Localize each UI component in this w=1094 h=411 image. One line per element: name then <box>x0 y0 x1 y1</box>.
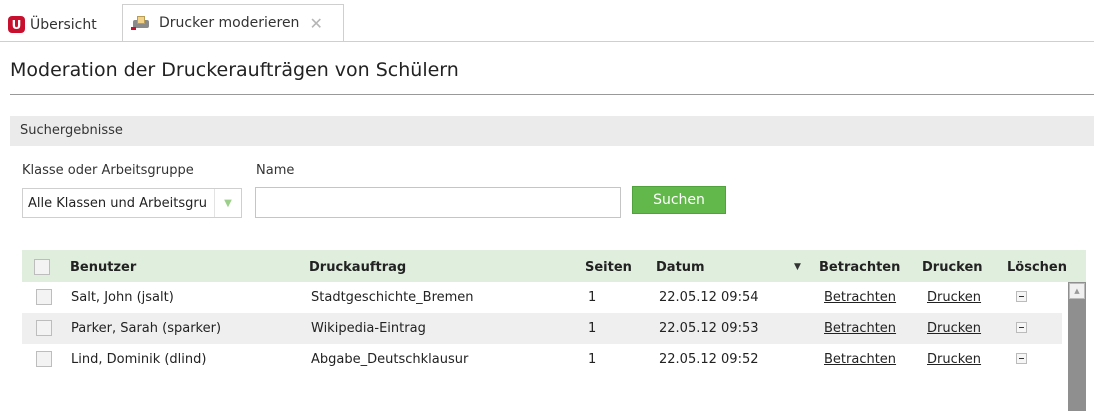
cell-seiten: 1 <box>588 352 597 367</box>
tab-drucker-label: Drucker moderieren <box>159 15 300 31</box>
row-checkbox[interactable] <box>36 289 52 305</box>
vertical-scrollbar[interactable]: ▲ <box>1068 282 1086 411</box>
section-title: Suchergebnisse <box>20 123 123 138</box>
dropdown-arrow-icon[interactable]: ▼ <box>214 189 241 217</box>
cell-druckauftrag: Wikipedia-Eintrag <box>311 321 426 336</box>
delete-icon[interactable] <box>1016 291 1027 302</box>
klasse-select[interactable]: Alle Klassen und Arbeitsgruppen ▼ <box>22 188 242 218</box>
tab-bar: U Übersicht Drucker moderieren ✕ <box>0 0 1094 42</box>
table-row[interactable]: Lind, Dominik (dlind) Abgabe_Deutschklau… <box>22 344 1062 375</box>
table-row[interactable]: Parker, Sarah (sparker) Wikipedia-Eintra… <box>22 313 1062 344</box>
drucken-link[interactable]: Drucken <box>927 352 981 367</box>
klasse-label: Klasse oder Arbeitsgruppe <box>22 163 194 178</box>
cell-datum: 22.05.12 09:54 <box>659 290 759 305</box>
select-all-checkbox[interactable] <box>34 259 50 275</box>
cell-druckauftrag: Stadtgeschichte_Bremen <box>311 290 474 305</box>
u-logo-icon: U <box>8 16 25 33</box>
search-button[interactable]: Suchen <box>632 186 726 214</box>
tab-drucker-moderieren[interactable]: Drucker moderieren ✕ <box>122 4 344 42</box>
cell-benutzer: Salt, John (jsalt) <box>71 290 174 305</box>
tab-uebersicht-label: Übersicht <box>30 16 97 33</box>
cell-benutzer: Parker, Sarah (sparker) <box>71 321 222 336</box>
cell-datum: 22.05.12 09:53 <box>659 321 759 336</box>
sort-desc-icon[interactable]: ▼ <box>794 262 801 272</box>
tab-divider <box>0 41 1094 42</box>
header-betrachten: Betrachten <box>819 260 901 275</box>
header-loeschen: Löschen <box>1007 260 1067 275</box>
page-title: Moderation der Druckeraufträgen von Schü… <box>10 59 459 81</box>
klasse-select-value: Alle Klassen und Arbeitsgruppen <box>28 196 208 211</box>
results-table: Benutzer Druckauftrag Seiten Datum ▼ Bet… <box>22 250 1086 411</box>
row-checkbox[interactable] <box>36 351 52 367</box>
scroll-up-icon[interactable]: ▲ <box>1069 283 1085 299</box>
name-input[interactable] <box>255 187 621 218</box>
header-seiten[interactable]: Seiten <box>585 260 632 275</box>
delete-icon[interactable] <box>1016 322 1027 333</box>
cell-seiten: 1 <box>588 290 597 305</box>
header-druckauftrag[interactable]: Druckauftrag <box>309 260 406 275</box>
cell-datum: 22.05.12 09:52 <box>659 352 759 367</box>
cell-druckauftrag: Abgabe_Deutschklausur <box>311 352 469 367</box>
cell-seiten: 1 <box>588 321 597 336</box>
delete-icon[interactable] <box>1016 353 1027 364</box>
name-label: Name <box>256 163 295 178</box>
cell-benutzer: Lind, Dominik (dlind) <box>71 352 207 367</box>
drucken-link[interactable]: Drucken <box>927 290 981 305</box>
tab-uebersicht[interactable]: U Übersicht <box>8 8 118 41</box>
table-header: Benutzer Druckauftrag Seiten Datum ▼ Bet… <box>22 250 1086 282</box>
header-benutzer[interactable]: Benutzer <box>70 260 136 275</box>
section-header: Suchergebnisse <box>10 116 1094 146</box>
betrachten-link[interactable]: Betrachten <box>824 352 896 367</box>
betrachten-link[interactable]: Betrachten <box>824 321 896 336</box>
header-datum[interactable]: Datum <box>656 260 705 275</box>
betrachten-link[interactable]: Betrachten <box>824 290 896 305</box>
printer-icon <box>131 16 153 30</box>
table-row[interactable]: Salt, John (jsalt) Stadtgeschichte_Breme… <box>22 282 1062 313</box>
title-divider <box>10 94 1094 95</box>
drucken-link[interactable]: Drucken <box>927 321 981 336</box>
close-tab-icon[interactable]: ✕ <box>309 14 322 33</box>
header-drucken: Drucken <box>922 260 983 275</box>
row-checkbox[interactable] <box>36 320 52 336</box>
